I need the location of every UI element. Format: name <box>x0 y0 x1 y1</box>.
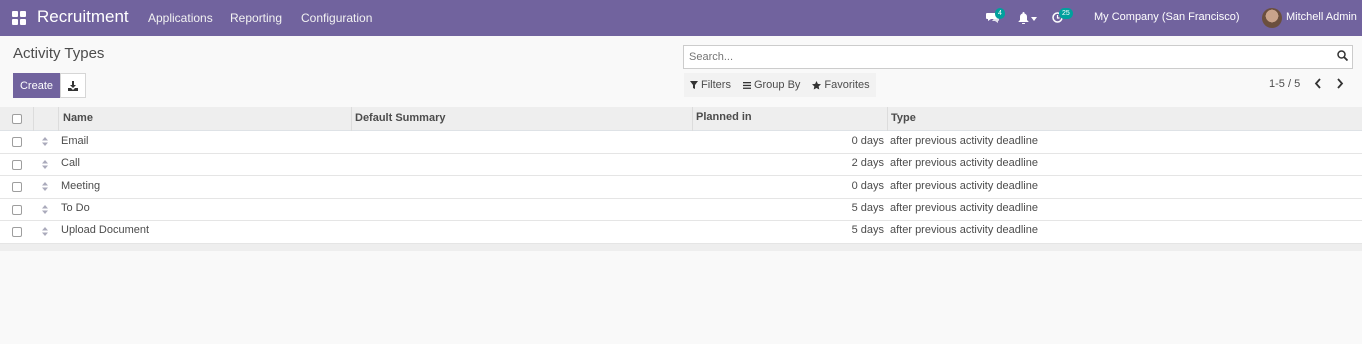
cell-type: after previous activity deadline <box>890 180 1038 193</box>
messages-badge: 4 <box>995 8 1005 19</box>
pager-value[interactable]: 1-5 / 5 <box>1269 78 1300 90</box>
messages-button[interactable]: 4 <box>986 8 1005 26</box>
activities-button[interactable]: 25 <box>1052 8 1073 26</box>
apps-menu-icon[interactable] <box>12 11 26 25</box>
group-by-label: Group By <box>753 79 801 91</box>
select-all-checkbox[interactable] <box>12 114 22 124</box>
cell-type: after previous activity deadline <box>890 135 1038 147</box>
filters-label: Filters <box>701 79 731 91</box>
app-name[interactable]: Recruitment <box>37 7 129 27</box>
row-checkbox[interactable] <box>12 227 22 238</box>
export-button[interactable] <box>60 73 86 98</box>
column-header-type[interactable]: Type <box>891 112 916 124</box>
cell-type: after previous activity deadline <box>890 201 1038 214</box>
download-icon <box>68 80 78 91</box>
caret-down-icon <box>1031 17 1037 21</box>
user-menu[interactable]: Mitchell Admin <box>1286 11 1357 23</box>
star-icon <box>812 80 822 90</box>
bell-icon <box>1018 12 1029 25</box>
cell-name: To Do <box>61 201 90 214</box>
cell-name: Meeting <box>61 180 101 193</box>
table-row[interactable]: Email 0 days after previous activity dea… <box>0 131 1362 154</box>
drag-handle-icon[interactable] <box>42 137 48 146</box>
cell-type: after previous activity deadline <box>890 224 1038 237</box>
drag-handle-icon[interactable] <box>42 204 48 214</box>
cell-planned-in: 0 days <box>851 135 884 147</box>
cell-name: Call <box>61 156 80 169</box>
drag-handle-icon[interactable] <box>42 159 48 169</box>
group-by-button[interactable]: Group By <box>737 73 806 97</box>
favorites-button[interactable]: Favorites <box>806 73 875 97</box>
filter-icon <box>690 81 698 89</box>
table-row[interactable]: To Do 5 days after previous activity dea… <box>0 199 1362 222</box>
drag-handle-icon[interactable] <box>42 227 48 237</box>
row-checkbox[interactable] <box>12 182 22 193</box>
list-view-table: Name Default Summary Planned in Type Ema… <box>0 107 1362 251</box>
cell-planned-in: 5 days <box>851 224 884 237</box>
cell-name: Upload Document <box>61 224 150 237</box>
table-footer <box>0 243 1362 251</box>
company-switcher[interactable]: My Company (San Francisco) <box>1094 11 1240 23</box>
column-header-name[interactable]: Name <box>63 112 93 124</box>
activities-badge: 25 <box>1059 8 1073 19</box>
table-row[interactable]: Upload Document 5 days after previous ac… <box>0 221 1362 244</box>
notifications-button[interactable] <box>1018 12 1038 26</box>
cell-type: after previous activity deadline <box>890 156 1038 169</box>
search-icon[interactable] <box>1337 50 1349 64</box>
menu-reporting[interactable]: Reporting <box>230 11 282 25</box>
chevron-right-icon <box>1337 78 1344 89</box>
table-row[interactable]: Meeting 0 days after previous activity d… <box>0 176 1362 199</box>
page-title: Activity Types <box>13 45 105 62</box>
top-navbar: Recruitment Applications Reporting Confi… <box>0 0 1362 36</box>
cell-planned-in: 0 days <box>851 180 884 193</box>
row-checkbox[interactable] <box>12 204 22 215</box>
chevron-left-icon <box>1314 78 1321 89</box>
pager-previous-button[interactable] <box>1314 78 1322 92</box>
row-checkbox[interactable] <box>12 159 22 170</box>
create-button[interactable]: Create <box>13 73 60 98</box>
drag-handle-icon[interactable] <box>42 182 48 192</box>
cell-name: Email <box>61 135 89 147</box>
search-box <box>683 45 1353 69</box>
row-checkbox[interactable] <box>12 137 22 147</box>
pager-next-button[interactable] <box>1336 78 1344 92</box>
filters-button[interactable]: Filters <box>684 73 737 97</box>
column-header-planned-in[interactable]: Planned in <box>696 111 752 123</box>
user-avatar[interactable] <box>1262 8 1282 28</box>
table-header: Name Default Summary Planned in Type <box>0 107 1362 131</box>
column-header-default-summary[interactable]: Default Summary <box>355 112 445 124</box>
bars-icon <box>742 81 751 89</box>
favorites-label: Favorites <box>824 79 870 91</box>
menu-configuration[interactable]: Configuration <box>301 11 372 25</box>
menu-applications[interactable]: Applications <box>148 11 213 25</box>
cell-planned-in: 5 days <box>851 201 884 214</box>
cell-planned-in: 2 days <box>851 156 884 169</box>
table-row[interactable]: Call 2 days after previous activity dead… <box>0 154 1362 177</box>
search-input[interactable] <box>684 46 1324 68</box>
search-options: Filters Group By Favorites <box>684 73 876 97</box>
